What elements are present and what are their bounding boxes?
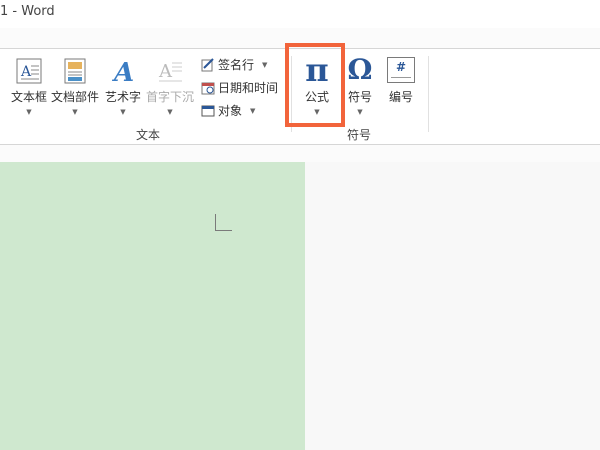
symbol-button[interactable]: Ω 符号 ▼ — [341, 52, 379, 116]
document-page[interactable] — [0, 162, 305, 450]
number-button[interactable]: # 编号 — [382, 57, 420, 105]
chevron-down-icon: ▼ — [357, 108, 363, 116]
quickparts-icon — [64, 58, 86, 84]
window-title: 1 - Word — [0, 4, 55, 19]
signature-icon — [201, 57, 215, 72]
dropcap-button[interactable]: A 首字下沉 ▼ — [145, 57, 195, 116]
number-icon: # — [387, 57, 415, 83]
quickparts-button[interactable]: 文档部件 ▼ — [50, 57, 100, 116]
textbox-icon: A — [16, 58, 42, 84]
number-icon-line — [391, 77, 411, 78]
signature-line-label: 签名行 — [218, 58, 255, 72]
chevron-down-icon: ▼ — [72, 108, 78, 116]
document-canvas — [305, 162, 600, 450]
object-button[interactable]: 对象 ▼ — [201, 102, 255, 119]
date-time-button[interactable]: 日期和时间 — [201, 79, 278, 96]
chevron-down-icon: ▼ — [250, 106, 256, 115]
object-icon — [201, 104, 215, 118]
svg-text:A: A — [158, 61, 173, 82]
number-glyph: # — [395, 60, 407, 74]
svg-text:A: A — [20, 64, 32, 80]
group-divider — [428, 56, 429, 132]
chevron-down-icon: ▼ — [167, 108, 173, 116]
title-bar: 1 - Word — [0, 0, 600, 28]
object-label: 对象 — [218, 104, 243, 118]
quickparts-label: 文档部件 — [50, 90, 99, 104]
chevron-down-icon: ▼ — [262, 60, 268, 69]
dropcap-icon: A — [158, 61, 182, 82]
signature-line-button[interactable]: 签名行 ▼ — [201, 56, 267, 73]
chevron-down-icon: ▼ — [26, 108, 32, 116]
symbol-label: 符号 — [347, 90, 372, 104]
calendar-icon — [201, 81, 215, 95]
omega-icon: Ω — [347, 53, 373, 86]
svg-text:A: A — [111, 58, 134, 85]
textbox-button[interactable]: A 文本框 ▼ — [8, 57, 50, 116]
wordart-button[interactable]: A 艺术字 ▼ — [103, 57, 143, 116]
wordart-label: 艺术字 — [104, 90, 141, 104]
textbox-label: 文本框 — [10, 90, 47, 104]
equation-highlight-box — [285, 43, 345, 127]
margin-corner-mark — [215, 214, 232, 231]
symbols-group-label: 符号 — [347, 128, 372, 142]
wordart-icon: A — [111, 58, 134, 88]
text-group-label: 文本 — [136, 128, 161, 142]
dropcap-label: 首字下沉 — [145, 90, 194, 104]
chevron-down-icon: ▼ — [120, 108, 126, 116]
number-label: 编号 — [388, 90, 413, 104]
date-time-label: 日期和时间 — [218, 81, 279, 95]
